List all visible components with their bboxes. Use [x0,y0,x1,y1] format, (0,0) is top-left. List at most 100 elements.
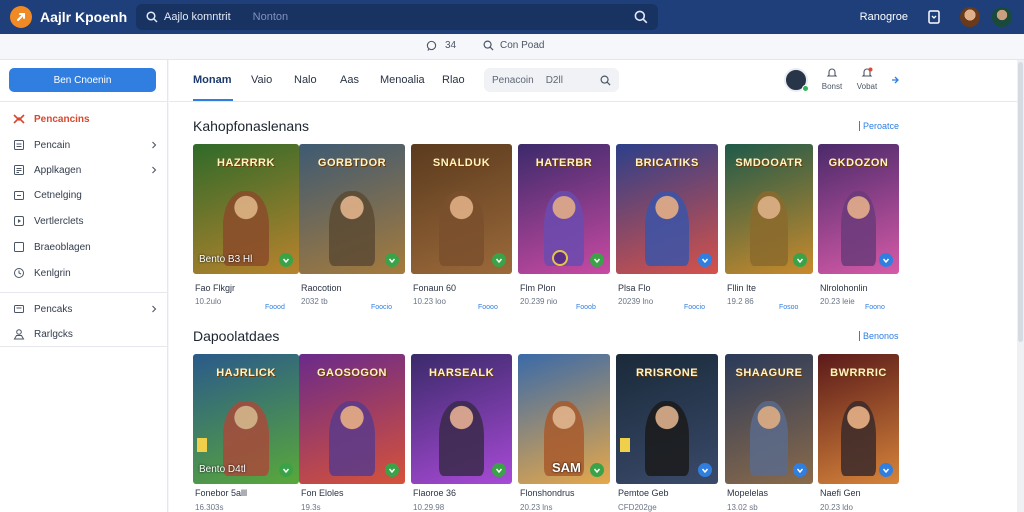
verified-badge-icon [279,253,293,267]
chat-icon [426,40,437,51]
sidebar-item-rarlgcks[interactable]: Rarlgcks [13,325,158,343]
game-card[interactable]: HATERBR [518,144,610,274]
app-logo-icon[interactable] [10,6,32,28]
document-icon [14,140,24,150]
search-input[interactable]: Aajlo komntrit Nonton [136,4,658,30]
tab-vaio[interactable]: Vaio [251,74,272,86]
sidebar-item-vertlerclets[interactable]: Vertlerclets [13,212,158,230]
game-action-link[interactable]: Fosoo [779,304,798,311]
view-all-link[interactable]: Peroatce [859,121,899,131]
sidebar-item-pencancins[interactable]: Pencancins [13,110,158,128]
arrow-right-icon[interactable] [890,75,900,85]
tab-rlao[interactable]: Rlao [442,74,465,86]
game-title[interactable]: Fonaun 60 [413,283,456,293]
game-card[interactable]: HAZRRRK Bento B3 Hl [193,144,299,274]
verified-badge-icon [698,253,712,267]
tab-menoalia[interactable]: Menoalia [380,74,425,86]
view-all-link[interactable]: Benonos [859,331,899,341]
profile-avatar[interactable] [992,7,1012,27]
game-title[interactable]: Fonebor 5alll [195,488,247,498]
game-card[interactable]: SAM [518,354,610,484]
game-title[interactable]: Pemtoe Geb [618,488,669,498]
game-stat: 20.23 leie [820,297,855,306]
game-title[interactable]: Plsa Flo [618,283,651,293]
tab-monam[interactable]: Monam [193,74,232,86]
filter-input[interactable]: Penacoin D2ll [484,68,619,92]
primary-action-button[interactable]: Ben Cnoenin [9,68,156,92]
scrollbar[interactable] [1017,60,1024,512]
apps-icon [14,165,24,175]
game-title[interactable]: Mopelelas [727,488,768,498]
sidebar-item-applkagen[interactable]: Applkagen [13,161,158,179]
game-action-link[interactable]: Fooob [576,304,596,311]
game-logo-text: RRISRONE [635,367,699,379]
game-action-link[interactable]: Foono [865,304,885,311]
section-title: Kahopfonaslenans [193,118,309,134]
app-title: Aajlr Kpoenh [40,9,128,25]
alerts-button[interactable]: Vobat [851,67,883,91]
online-status-dot [802,85,809,92]
game-card[interactable]: HAJRLICK Bento D4tl [193,354,299,484]
tab-aas[interactable]: Aas [340,74,359,86]
card-tag: Bento B3 Hl [199,254,253,265]
game-title[interactable]: Fao Flkgjr [195,283,235,293]
game-stat: 19.2 86 [727,297,754,306]
game-stat: 10.23 loo [413,297,446,306]
game-logo-text: SHAAGURE [735,367,803,379]
search-submit-icon[interactable] [634,10,648,24]
game-card[interactable]: BRICATIKS [616,144,718,274]
game-action-link[interactable]: Foocio [684,304,705,311]
comments-indicator[interactable]: 34 [426,40,456,51]
game-action-link[interactable]: Foocio [371,304,392,311]
search-icon[interactable] [600,75,611,86]
game-title[interactable]: Raocotion [301,283,342,293]
top-nav-link[interactable]: Ranogroe [860,11,908,23]
game-card[interactable]: BWRRRIC [818,354,899,484]
game-card[interactable]: RRISRONE [616,354,718,484]
game-stat: 10.29.98 [413,503,445,512]
game-action-link[interactable]: Foood [265,304,285,311]
sidebar-item-label: Pencain [34,139,71,151]
sidebar-item-pencain[interactable]: Pencain [13,136,158,154]
game-character-art [749,190,789,266]
game-card[interactable]: SMDOOATR [725,144,813,274]
filter-label: Penacoin [492,74,534,86]
tab-nalo[interactable]: Nalo [294,74,317,86]
game-card[interactable]: SNALDUK [411,144,512,274]
sidebar-item-braeoblagen[interactable]: Braeoblagen [13,238,158,256]
game-title[interactable]: Fllin Ite [727,283,756,293]
game-logo-text: SAM [552,460,581,475]
notifications-button[interactable]: Bonst [816,67,848,91]
game-title[interactable]: Nlrolohonlin [820,283,868,293]
verified-badge-icon [879,463,893,477]
game-card[interactable]: HARSEALK [411,354,512,484]
game-card[interactable]: GKDOZON [818,144,899,274]
game-logo-text: BRICATIKS [635,157,699,169]
bookmark-icon[interactable] [926,9,942,25]
game-action-link[interactable]: Foooo [478,304,498,311]
game-title[interactable]: Fon Eloles [301,488,344,498]
game-stat: 13.02 sb [727,503,758,512]
game-card[interactable]: SHAAGURE [725,354,813,484]
game-card[interactable]: GAOSOGON [299,354,405,484]
verified-badge-icon [590,463,604,477]
game-stat: 19.3s [301,503,321,512]
sidebar-item-cetnelging[interactable]: Cetnelging [13,186,158,204]
game-card[interactable]: GORBTDOR [299,144,405,274]
sidebar-item-label: Braeoblagen [34,241,91,253]
game-title[interactable]: Flm Plon [520,283,556,293]
sidebar-item-label: Pencancins [34,113,90,125]
game-title[interactable]: Flonshondrus [520,488,575,498]
sidebar-item-pencaks[interactable]: Pencaks [13,300,158,318]
game-title[interactable]: Flaoroe 36 [413,488,456,498]
game-logo-text: HATERBR [535,157,593,169]
sidebar-item-kenlgrin[interactable]: Kenlgrin [13,264,158,282]
game-title[interactable]: Naefi Gen [820,488,861,498]
scrollbar-thumb[interactable] [1018,62,1023,342]
avatar[interactable] [960,7,980,27]
quick-search[interactable]: Con Poad [483,40,544,51]
game-logo-text: HAZRRRK [217,157,275,169]
game-logo-text: SMDOOATR [735,157,803,169]
square-icon [14,242,24,252]
verified-badge-icon [793,253,807,267]
